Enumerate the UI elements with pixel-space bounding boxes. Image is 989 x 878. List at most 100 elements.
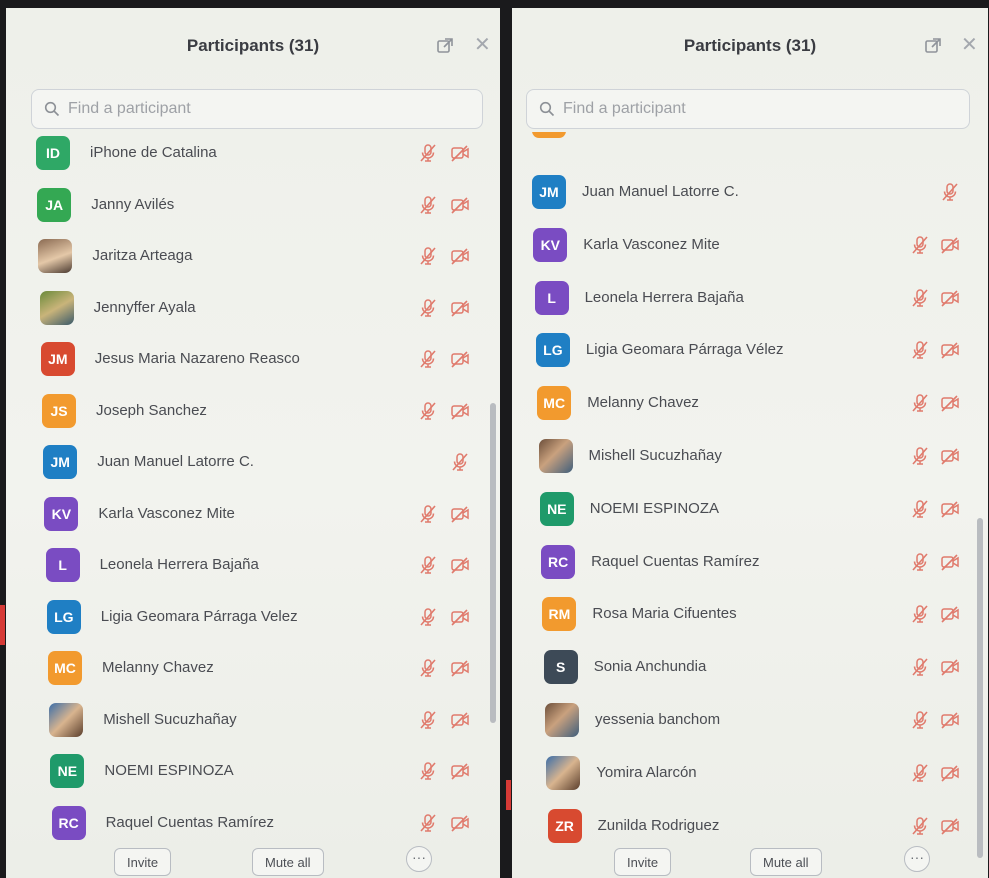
participant-row[interactable]: JM Jesus Maria Nazareno Reasco [6, 338, 500, 380]
close-icon[interactable]: ✕ [474, 35, 491, 55]
participant-row[interactable]: RM Rosa Maria Cifuentes [512, 593, 988, 635]
participant-row[interactable]: JA Janny Avilés [6, 184, 500, 226]
video-off-icon[interactable] [450, 607, 470, 627]
avatar: RC [541, 544, 576, 579]
more-options-button[interactable]: ··· [904, 846, 930, 872]
mute-all-button[interactable]: Mute all [252, 848, 324, 876]
participant-row[interactable]: MC Melanny Chavez [6, 647, 500, 689]
muted-mic-icon[interactable] [910, 816, 930, 836]
muted-mic-icon[interactable] [910, 393, 930, 413]
video-off-icon[interactable] [940, 604, 960, 624]
muted-mic-icon[interactable] [418, 710, 438, 730]
participant-row[interactable]: JS Joseph Sanchez [6, 390, 500, 432]
video-off-icon[interactable] [940, 657, 960, 677]
participant-row[interactable]: Jennyffer Ayala [6, 287, 500, 329]
participant-row[interactable]: KV Karla Vasconez Mite [6, 493, 500, 535]
video-off-icon[interactable] [450, 658, 470, 678]
muted-mic-icon[interactable] [910, 657, 930, 677]
video-off-icon[interactable] [450, 813, 470, 833]
panel-title: Participants (31) [186, 36, 320, 55]
participant-row[interactable]: JM Juan Manuel Latorre C. [6, 441, 500, 483]
close-icon[interactable]: ✕ [961, 35, 978, 55]
video-off-icon[interactable] [940, 710, 960, 730]
participant-row[interactable]: NE NOEMI ESPINOZA [6, 750, 500, 792]
participant-row[interactable]: Mishell Sucuzhañay [6, 699, 500, 741]
scrollbar[interactable] [977, 518, 983, 858]
video-off-icon[interactable] [450, 349, 470, 369]
muted-mic-icon[interactable] [910, 288, 930, 308]
muted-mic-icon[interactable] [910, 604, 930, 624]
video-off-icon[interactable] [940, 763, 960, 783]
muted-mic-icon[interactable] [910, 499, 930, 519]
video-off-icon[interactable] [940, 499, 960, 519]
muted-mic-icon[interactable] [418, 607, 438, 627]
participant-row[interactable]: Jaritza Arteaga [6, 235, 500, 277]
participant-row[interactable]: L Leonela Herrera Bajaña [512, 277, 988, 319]
muted-mic-icon[interactable] [418, 504, 438, 524]
video-off-icon[interactable] [450, 401, 470, 421]
search-box[interactable] [31, 89, 483, 129]
participant-row[interactable]: NE NOEMI ESPINOZA [512, 488, 988, 530]
video-off-icon[interactable] [940, 340, 960, 360]
muted-mic-icon[interactable] [910, 340, 930, 360]
muted-mic-icon[interactable] [418, 349, 438, 369]
muted-mic-icon[interactable] [418, 143, 438, 163]
popout-icon[interactable] [924, 37, 942, 55]
search-input[interactable] [66, 99, 450, 119]
muted-mic-icon[interactable] [418, 761, 438, 781]
participant-row[interactable]: L Leonela Herrera Bajaña [6, 544, 500, 586]
invite-button[interactable]: Invite [114, 848, 172, 876]
participant-row[interactable]: MC Melanny Chavez [512, 382, 988, 424]
popout-icon[interactable] [436, 37, 454, 55]
video-off-icon[interactable] [940, 235, 960, 255]
participant-row[interactable]: JM Juan Manuel Latorre C. [512, 171, 988, 213]
search-input[interactable] [561, 99, 945, 119]
video-off-icon[interactable] [940, 288, 960, 308]
muted-mic-icon[interactable] [418, 298, 438, 318]
muted-mic-icon[interactable] [910, 235, 930, 255]
participant-row[interactable]: Mishell Sucuzhañay [512, 435, 988, 477]
muted-mic-icon[interactable] [910, 552, 930, 572]
video-off-icon[interactable] [450, 195, 470, 215]
video-off-icon[interactable] [450, 246, 470, 266]
more-options-button[interactable]: ··· [406, 846, 432, 872]
muted-mic-icon[interactable] [418, 658, 438, 678]
muted-mic-icon[interactable] [940, 182, 960, 202]
video-off-icon[interactable] [940, 446, 960, 466]
video-off-icon[interactable] [940, 552, 960, 572]
scrollbar[interactable] [490, 403, 496, 723]
video-off-icon[interactable] [940, 816, 960, 836]
video-off-icon[interactable] [450, 710, 470, 730]
participant-row[interactable]: yessenia banchom [512, 699, 988, 741]
participant-row[interactable]: Yomira Alarcón [512, 752, 988, 794]
muted-mic-icon[interactable] [418, 246, 438, 266]
avatar-initials: JM [50, 454, 70, 470]
invite-button[interactable]: Invite [614, 848, 672, 876]
video-off-icon[interactable] [450, 143, 470, 163]
participant-row[interactable]: S Sonia Anchundia [512, 646, 988, 688]
video-off-icon[interactable] [450, 298, 470, 318]
participant-row[interactable]: LG Ligia Geomara Párraga Vélez [512, 329, 988, 371]
muted-mic-icon[interactable] [418, 195, 438, 215]
muted-mic-icon[interactable] [910, 710, 930, 730]
participant-row[interactable]: KV Karla Vasconez Mite [512, 224, 988, 266]
muted-mic-icon[interactable] [910, 763, 930, 783]
video-off-icon[interactable] [450, 555, 470, 575]
mute-all-button[interactable]: Mute all [750, 848, 822, 876]
video-off-icon[interactable] [450, 504, 470, 524]
participant-name: Karla Vasconez Mite [98, 504, 235, 522]
search-box[interactable] [526, 89, 970, 129]
muted-mic-icon[interactable] [910, 446, 930, 466]
muted-mic-icon[interactable] [418, 555, 438, 575]
muted-mic-icon[interactable] [418, 813, 438, 833]
participant-row[interactable]: RC Raquel Cuentas Ramírez [6, 802, 500, 844]
video-off-icon[interactable] [450, 761, 470, 781]
participant-row[interactable]: LG Ligia Geomara Párraga Velez [6, 596, 500, 638]
participant-row[interactable]: ZR Zunilda Rodriguez [512, 805, 988, 844]
video-off-icon[interactable] [940, 393, 960, 413]
participant-row[interactable]: RC Raquel Cuentas Ramírez [512, 541, 988, 583]
muted-mic-icon[interactable] [418, 401, 438, 421]
participant-name: Melanny Chavez [102, 659, 214, 676]
muted-mic-icon[interactable] [450, 452, 470, 472]
participant-row[interactable]: ID iPhone de Catalina [6, 132, 500, 174]
